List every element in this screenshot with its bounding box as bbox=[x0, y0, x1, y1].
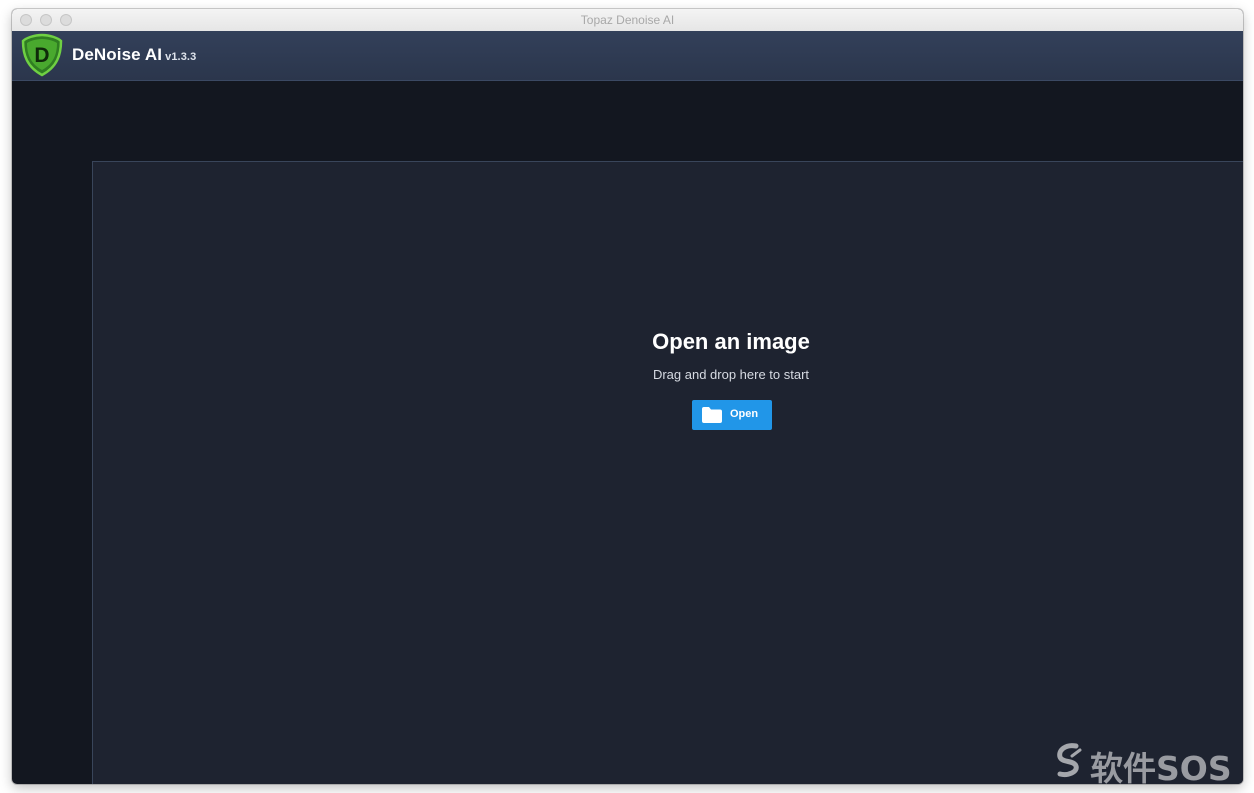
open-button[interactable]: Open bbox=[692, 400, 772, 430]
app-version: v1.3.3 bbox=[165, 51, 197, 63]
drag-drop-hint: Drag and drop here to start bbox=[652, 367, 810, 382]
app-header: D DeNoise AI v1.3.3 bbox=[12, 31, 1243, 81]
window-title: Topaz Denoise AI bbox=[580, 13, 675, 27]
open-image-title: Open an image bbox=[652, 329, 810, 354]
watermark: 软件SOS bbox=[1054, 740, 1244, 788]
image-drop-zone[interactable] bbox=[92, 161, 1243, 784]
app-name: DeNoise AI v1.3.3 bbox=[72, 45, 196, 65]
denoise-logo-icon: D bbox=[21, 33, 63, 77]
swirl-logo-icon bbox=[1057, 743, 1082, 777]
app-window: Topaz Denoise AI D DeNoise AI v1.3.3 Open… bbox=[12, 9, 1243, 784]
folder-icon bbox=[702, 407, 722, 423]
logo-letter: D bbox=[34, 44, 49, 67]
open-button-label: Open bbox=[730, 408, 759, 420]
app-name-text: DeNoise AI bbox=[72, 45, 163, 64]
watermark-text: 软件SOS bbox=[1090, 749, 1232, 788]
window-titlebar[interactable]: Topaz Denoise AI bbox=[12, 9, 1243, 32]
